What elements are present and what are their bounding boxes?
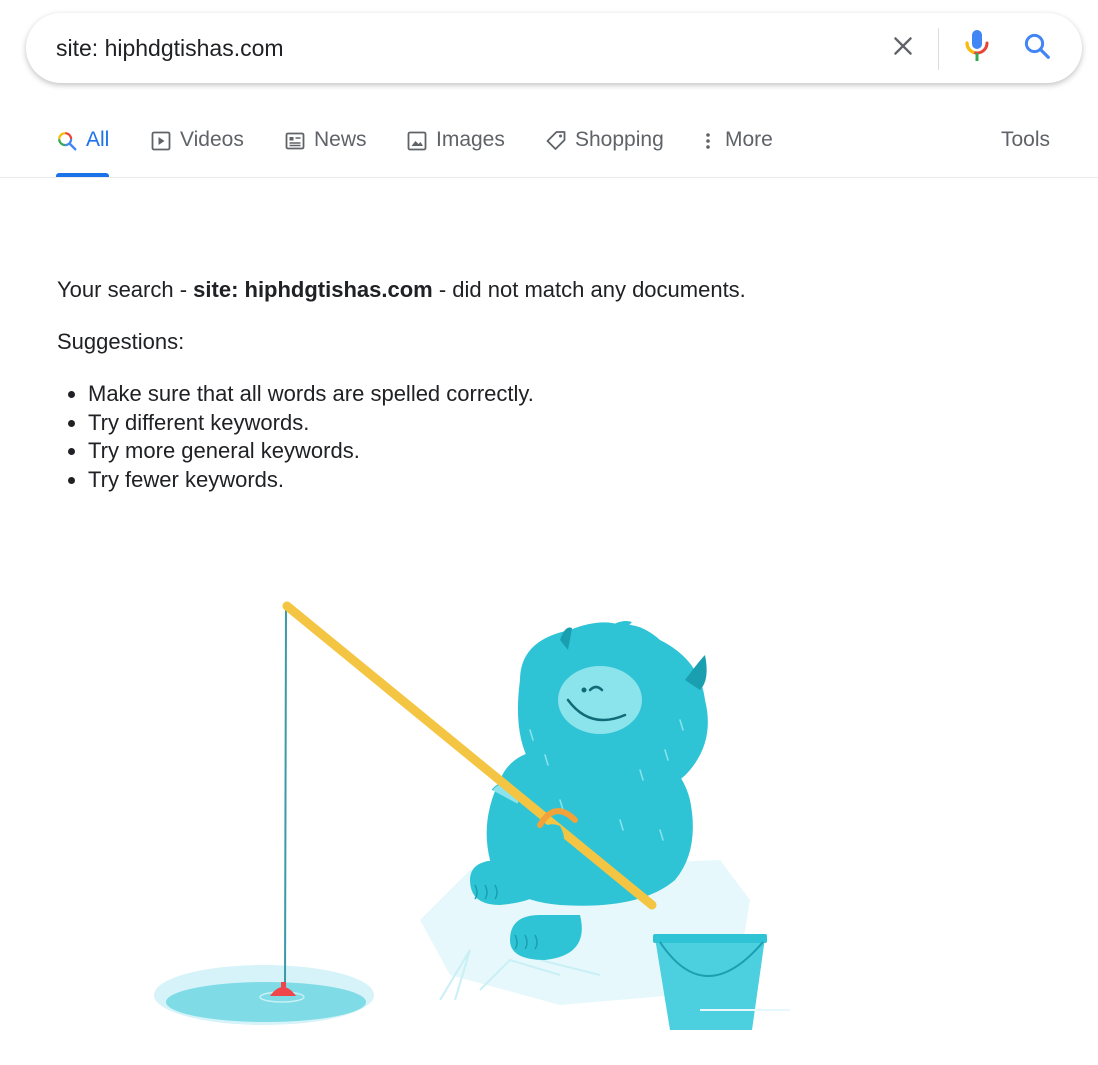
- suggestions-list: Make sure that all words are spelled cor…: [57, 380, 534, 494]
- search-box-divider: [938, 28, 939, 70]
- search-icon: [56, 128, 78, 154]
- search-icon: [1022, 31, 1052, 66]
- tab-label: Videos: [180, 128, 244, 151]
- message-suffix: - did not match any documents.: [432, 277, 746, 302]
- no-results-illustration: [0, 560, 1098, 1060]
- tag-icon: [545, 128, 567, 154]
- list-item: Make sure that all words are spelled cor…: [88, 380, 534, 409]
- tab-label: More: [725, 128, 773, 151]
- suggestions-title: Suggestions:: [57, 329, 185, 354]
- clear-button[interactable]: [883, 28, 923, 68]
- tab-label: News: [314, 128, 367, 151]
- search-tabs: All Videos News Images Shopping More Too…: [0, 112, 1098, 178]
- list-item: Try more general keywords.: [88, 437, 534, 466]
- tab-shopping[interactable]: Shopping: [545, 128, 664, 177]
- creature-face: [558, 666, 642, 734]
- tools-label: Tools: [1001, 128, 1051, 151]
- close-icon: [890, 33, 916, 64]
- news-icon: [284, 128, 306, 154]
- more-vert-icon: [703, 128, 713, 154]
- ice-hole-water: [166, 982, 366, 1022]
- video-icon: [150, 128, 172, 154]
- tab-label: Shopping: [575, 128, 664, 151]
- fishing-line: [284, 606, 287, 989]
- tab-news[interactable]: News: [284, 128, 367, 177]
- tab-label: All: [86, 128, 110, 151]
- microphone-icon: [963, 29, 991, 68]
- voice-search-button[interactable]: [957, 28, 997, 68]
- list-item: Try fewer keywords.: [88, 466, 534, 495]
- tab-all[interactable]: All: [56, 128, 110, 177]
- image-icon: [406, 128, 428, 154]
- list-item: Try different keywords.: [88, 409, 534, 438]
- tab-more[interactable]: More: [703, 128, 773, 177]
- message-query: site: hiphdgtishas.com: [193, 277, 433, 302]
- tab-videos[interactable]: Videos: [150, 128, 244, 177]
- tools-button[interactable]: Tools: [1001, 128, 1050, 177]
- no-results-message: Your search - site: hiphdgtishas.com - d…: [57, 276, 746, 304]
- search-box: [26, 13, 1082, 83]
- search-input[interactable]: [56, 27, 856, 69]
- bucket: [655, 938, 765, 1030]
- message-prefix: Your search -: [57, 277, 194, 302]
- tab-images[interactable]: Images: [406, 128, 505, 177]
- fishing-yeti-illustration: [154, 601, 790, 1030]
- tab-label: Images: [436, 128, 505, 151]
- search-button[interactable]: [1017, 28, 1057, 68]
